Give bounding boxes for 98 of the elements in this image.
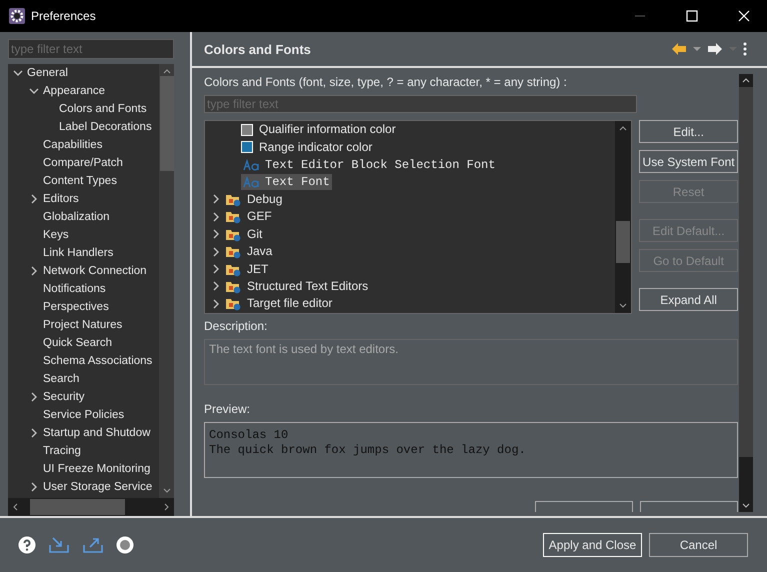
chevron-icon[interactable] — [211, 212, 221, 222]
tree-item[interactable]: Tracing — [43, 444, 81, 457]
dialog-button[interactable]: Cancel — [649, 533, 748, 557]
tree-item[interactable]: Structured Text Editors — [245, 278, 370, 294]
tree-item[interactable]: Quick Search — [43, 336, 112, 349]
scrollbar[interactable] — [159, 64, 174, 498]
tree-item[interactable]: Keys — [43, 228, 69, 241]
scroll-thumb[interactable] — [616, 221, 630, 264]
chevron-icon[interactable] — [29, 194, 39, 204]
partial-button[interactable] — [535, 501, 633, 512]
tree-item[interactable]: Security — [43, 390, 85, 403]
action-button[interactable]: Use System Font — [639, 150, 738, 174]
chevron-icon[interactable] — [211, 298, 221, 309]
action-button[interactable]: Edit... — [639, 120, 738, 144]
tree-item[interactable]: Git — [245, 226, 264, 242]
tree-item[interactable]: JET — [245, 262, 270, 277]
tree-item[interactable]: Target file editor — [245, 296, 334, 312]
preview-text: Consolas 10 — [209, 428, 290, 443]
scrollbar[interactable] — [615, 121, 632, 314]
forward-arrow-icon[interactable] — [707, 42, 723, 56]
dialog-button[interactable]: Apply and Close — [543, 533, 642, 557]
scroll-left-icon[interactable] — [12, 503, 18, 511]
tree-item[interactable]: Editors — [43, 192, 79, 205]
gear-icon — [9, 8, 25, 24]
dropdown-icon[interactable] — [693, 46, 701, 52]
chevron-icon[interactable] — [29, 86, 39, 96]
tree-item[interactable]: Appearance — [43, 84, 106, 97]
color-swatch[interactable] — [241, 124, 253, 136]
scroll-right-icon[interactable] — [164, 503, 170, 511]
scroll-down-icon[interactable] — [742, 503, 750, 509]
tree-item[interactable]: Text Font — [241, 174, 332, 190]
tree-item[interactable]: Project Natures — [43, 318, 122, 331]
description-text: The text font is used by text editors. — [209, 342, 398, 356]
tree-item[interactable]: Search — [43, 372, 80, 385]
chevron-icon[interactable] — [211, 264, 221, 274]
scroll-down-icon[interactable] — [162, 488, 170, 494]
scrollbar[interactable] — [739, 74, 753, 512]
tree-item[interactable]: Link Handlers — [43, 246, 114, 259]
chevron-icon[interactable] — [29, 428, 39, 438]
preview-label: Preview: — [204, 400, 252, 417]
folder-icon — [225, 296, 241, 312]
tree-item[interactable]: General — [27, 66, 68, 79]
tree-item[interactable]: Java — [245, 244, 274, 260]
tree-item[interactable]: Debug — [245, 192, 284, 207]
scroll-up-icon[interactable] — [742, 77, 750, 83]
help-icon[interactable] — [18, 536, 36, 554]
scroll-thumb[interactable] — [739, 87, 753, 457]
chevron-icon[interactable] — [29, 266, 39, 276]
description-label: Description: — [204, 318, 268, 334]
export-icon[interactable] — [82, 536, 104, 554]
horizontal-scrollbar[interactable] — [8, 498, 174, 516]
tree-item[interactable]: Globalization — [43, 210, 110, 223]
more-menu-icon[interactable] — [743, 42, 747, 56]
tree-item[interactable]: Startup and Shutdow — [43, 426, 150, 439]
tree-item[interactable]: Range indicator color — [257, 140, 374, 155]
chevron-icon[interactable] — [29, 392, 39, 402]
chevron-icon[interactable] — [13, 68, 23, 78]
back-arrow-icon[interactable] — [671, 42, 687, 56]
scroll-up-icon[interactable] — [619, 125, 628, 132]
tree-item[interactable]: Notifications — [43, 282, 106, 295]
preview-text: The quick brown fox jumps over the lazy dog. — [209, 442, 527, 458]
chevron-icon[interactable] — [211, 194, 221, 204]
color-swatch[interactable] — [241, 141, 253, 154]
scroll-down-icon[interactable] — [619, 303, 628, 310]
page-title: Colors and Fonts — [204, 42, 311, 56]
tree-item[interactable]: Compare/Patch — [43, 156, 123, 169]
tree-item[interactable]: Colors and Fonts — [59, 102, 147, 115]
scroll-thumb[interactable] — [160, 76, 174, 171]
tree-item[interactable]: Network Connection — [43, 264, 147, 277]
import-icon[interactable] — [48, 536, 70, 554]
maximize-icon[interactable] — [686, 10, 698, 22]
close-icon[interactable] — [738, 10, 750, 22]
chevron-icon[interactable] — [211, 246, 221, 257]
tree-item[interactable]: Content Types — [43, 174, 117, 187]
folder-icon — [225, 244, 241, 260]
tree-item[interactable]: Label Decorations — [59, 120, 152, 133]
chevron-icon[interactable] — [29, 482, 39, 492]
record-icon[interactable] — [116, 536, 134, 554]
folder-icon — [225, 209, 241, 224]
scroll-thumb[interactable] — [30, 499, 125, 515]
action-button[interactable]: Expand All — [639, 288, 738, 312]
font-icon — [243, 158, 261, 171]
filter-field[interactable]: type filter text — [8, 39, 174, 59]
scroll-up-icon[interactable] — [162, 68, 170, 74]
tree-item[interactable]: Capabilities — [43, 138, 102, 151]
tree-item[interactable]: Qualifier information color — [257, 122, 398, 138]
font-icon — [243, 176, 261, 188]
chevron-icon[interactable] — [211, 281, 221, 292]
tree-item[interactable]: GEF — [245, 209, 274, 224]
window-title: Preferences — [31, 9, 96, 23]
tree-item[interactable]: Text Editor Block Selection Font — [241, 156, 498, 173]
tree-item[interactable]: User Storage Service — [43, 480, 152, 493]
tree-item[interactable]: Service Policies — [43, 408, 124, 421]
filter-label: Colors and Fonts (font, size, type, ? = any character, * = any string) : — [204, 74, 568, 90]
tree-item[interactable]: UI Freeze Monitoring — [43, 462, 150, 475]
chevron-icon[interactable] — [211, 229, 221, 240]
tree-item[interactable]: Perspectives — [43, 300, 109, 313]
tree-item[interactable]: Schema Associations — [43, 354, 152, 367]
